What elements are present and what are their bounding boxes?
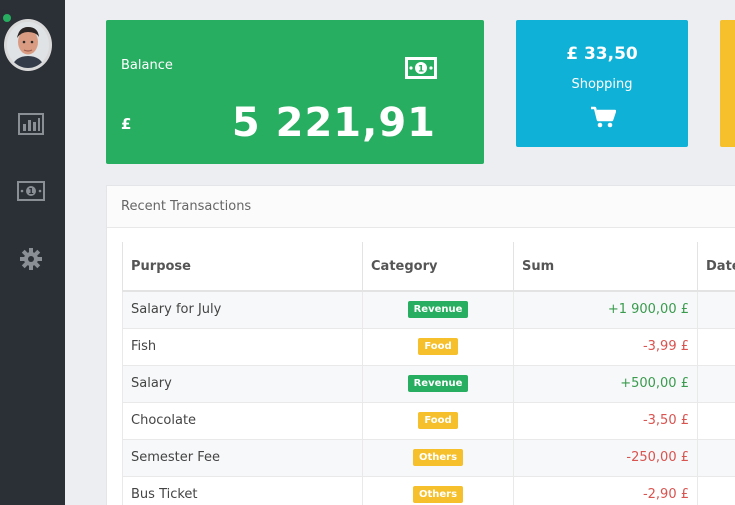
category-badge: Food <box>418 412 458 429</box>
column-header-sum[interactable]: Sum <box>513 242 698 292</box>
table-row[interactable]: Chocolate Food -3,50 £ <box>122 401 735 440</box>
money-icon: 1 <box>17 181 45 201</box>
sum-cell: +500,00 £ <box>513 364 698 403</box>
category-cell: Revenue <box>362 290 514 329</box>
table-row[interactable]: Bus Ticket Others -2,90 £ <box>122 475 735 505</box>
category-badge: Revenue <box>407 375 469 392</box>
table-row[interactable]: Salary Revenue +500,00 £ <box>122 364 735 403</box>
online-status-dot <box>3 14 11 22</box>
date-cell <box>697 290 735 329</box>
recent-transactions-panel: Recent Transactions Purpose Category Sum… <box>106 185 735 505</box>
nav-settings[interactable] <box>17 247 45 271</box>
purpose-cell: Salary <box>122 364 363 403</box>
column-header-category[interactable]: Category <box>362 242 514 292</box>
summary-card-partial <box>720 20 735 147</box>
sum-cell: -2,90 £ <box>513 475 698 505</box>
balance-currency: £ <box>121 115 132 133</box>
svg-text:1: 1 <box>418 65 424 75</box>
category-cell: Revenue <box>362 364 514 403</box>
date-cell <box>697 438 735 477</box>
panel-title: Recent Transactions <box>107 186 735 228</box>
sum-cell: -3,50 £ <box>513 401 698 440</box>
category-cell: Others <box>362 438 514 477</box>
nav-dashboard[interactable] <box>17 112 45 136</box>
table-header-row: Purpose Category Sum Date <box>122 242 735 292</box>
category-badge: Revenue <box>407 301 469 319</box>
avatar[interactable] <box>4 19 52 71</box>
balance-card: Balance 1 £ 5 221,91 <box>106 20 484 164</box>
sum-cell: -3,99 £ <box>513 327 698 366</box>
category-badge: Others <box>412 486 464 503</box>
shopping-label: Shopping <box>571 77 633 92</box>
purpose-cell: Bus Ticket <box>122 475 363 505</box>
gear-icon <box>20 248 42 270</box>
table-row[interactable]: Semester Fee Others -250,00 £ <box>122 438 735 477</box>
sidebar: 1 <box>0 0 65 505</box>
shopping-cart-icon <box>590 105 617 133</box>
column-header-purpose[interactable]: Purpose <box>122 242 363 292</box>
sum-cell: -250,00 £ <box>513 438 698 477</box>
nav-transactions[interactable]: 1 <box>17 179 45 203</box>
purpose-cell: Semester Fee <box>122 438 363 477</box>
transactions-table: Purpose Category Sum Date Salary for Jul… <box>122 242 735 505</box>
svg-text:1: 1 <box>28 187 34 196</box>
date-cell <box>697 475 735 505</box>
shopping-card: £ 33,50 Shopping <box>516 20 688 147</box>
category-badge: Food <box>418 338 458 355</box>
category-cell: Others <box>362 475 514 505</box>
table-row[interactable]: Salary for July Revenue +1 900,00 £ <box>122 290 735 329</box>
category-cell: Food <box>362 401 514 440</box>
purpose-cell: Salary for July <box>122 290 363 329</box>
purpose-cell: Chocolate <box>122 401 363 440</box>
date-cell <box>697 327 735 366</box>
purpose-cell: Fish <box>122 327 363 366</box>
sum-cell: +1 900,00 £ <box>513 290 698 329</box>
date-cell <box>697 401 735 440</box>
category-cell: Food <box>362 327 514 366</box>
money-icon: 1 <box>405 57 437 83</box>
balance-amount: 5 221,91 <box>231 100 436 146</box>
column-header-date[interactable]: Date <box>697 242 735 292</box>
date-cell <box>697 364 735 403</box>
shopping-amount: £ 33,50 <box>566 44 638 64</box>
category-badge: Others <box>412 449 464 466</box>
balance-label: Balance <box>121 58 173 73</box>
bar-chart-icon <box>18 113 44 135</box>
table-row[interactable]: Fish Food -3,99 £ <box>122 327 735 366</box>
